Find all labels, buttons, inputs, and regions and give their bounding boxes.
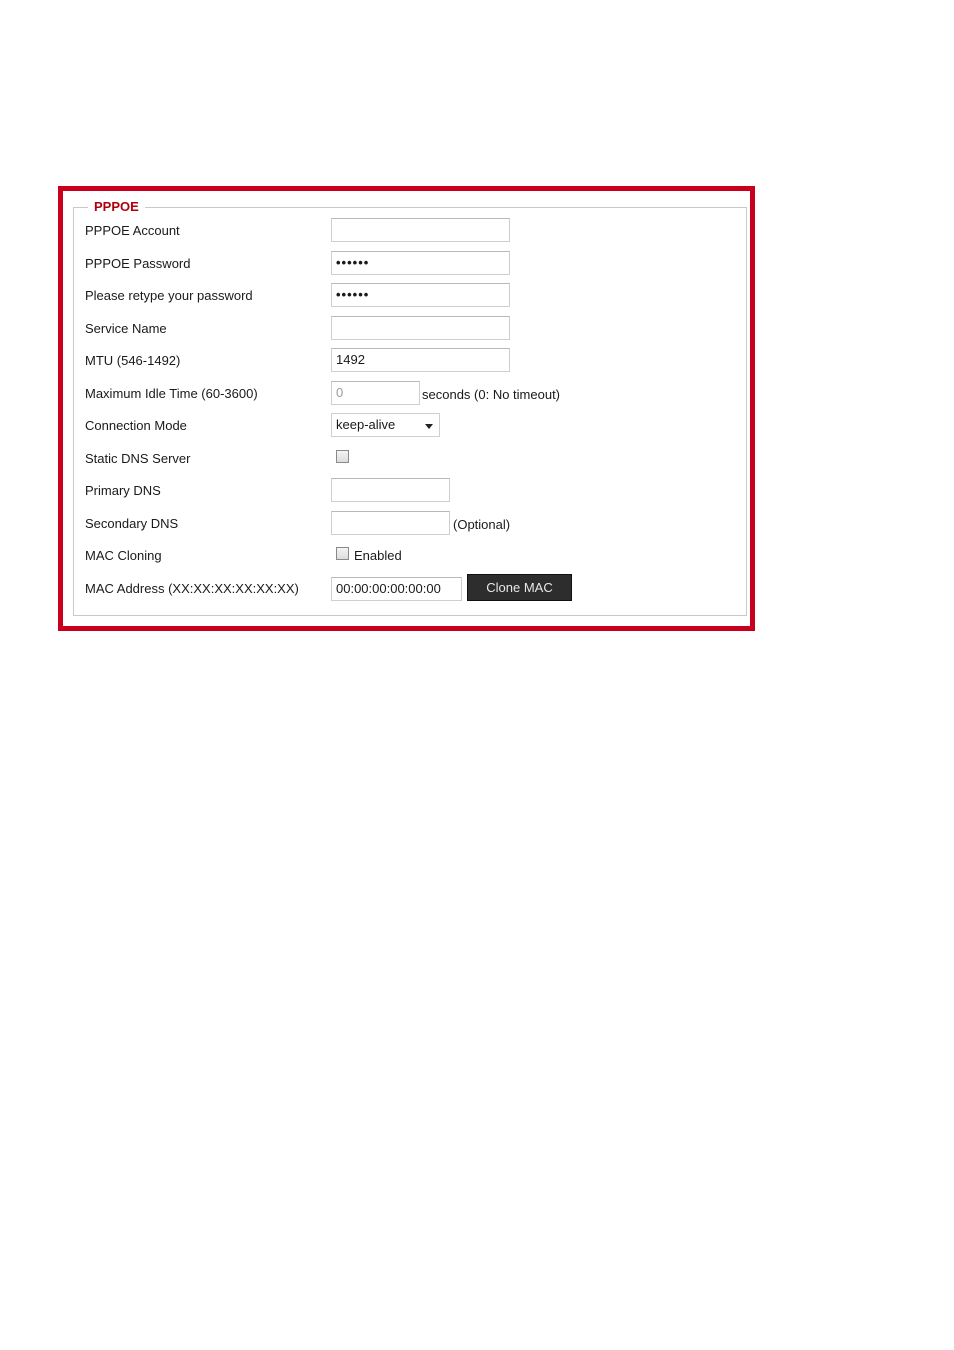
secondary-dns-input[interactable] [331,511,450,535]
mac-cloning-label: MAC Cloning [85,548,162,563]
pppoe-panel-frame: PPPOE PPPOE Account PPPOE Password •••••… [58,186,755,631]
section-title: PPPOE [88,199,145,215]
row-mac-cloning: MAC Cloning Enabled [74,542,746,570]
mac-cloning-enabled-label[interactable]: Enabled [354,548,402,564]
pppoe-password-label: PPPOE Password [85,256,191,271]
connection-mode-value: keep-alive [336,417,396,432]
primary-dns-input[interactable] [331,478,450,502]
row-retype-password: Please retype your password •••••• [74,282,746,310]
connection-mode-label: Connection Mode [85,418,187,433]
mtu-input[interactable]: 1492 [331,348,510,372]
mac-address-input[interactable]: 00:00:00:00:00:00 [331,577,462,601]
pppoe-account-label: PPPOE Account [85,223,180,238]
retype-password-label: Please retype your password [85,288,253,303]
idle-time-label: Maximum Idle Time (60-3600) [85,386,258,401]
row-static-dns: Static DNS Server [74,445,746,473]
row-connection-mode: Connection Mode keep-alive [74,412,746,440]
row-service-name: Service Name [74,315,746,343]
pppoe-password-input[interactable]: •••••• [331,251,510,275]
primary-dns-label: Primary DNS [85,483,161,498]
clone-mac-button[interactable]: Clone MAC [467,574,572,601]
row-primary-dns: Primary DNS [74,477,746,505]
connection-mode-select[interactable]: keep-alive [331,413,440,437]
pppoe-account-input[interactable] [331,218,510,242]
row-idle-time: Maximum Idle Time (60-3600) 0 seconds (0… [74,380,746,408]
mac-address-label: MAC Address (XX:XX:XX:XX:XX:XX) [85,581,299,596]
pppoe-fieldset: PPPOE PPPOE Account PPPOE Password •••••… [73,199,747,616]
secondary-dns-optional-hint: (Optional) [453,517,511,532]
idle-time-input[interactable]: 0 [331,381,420,405]
mtu-label: MTU (546-1492) [85,353,181,368]
service-name-label: Service Name [85,321,167,336]
static-dns-checkbox[interactable] [336,450,349,463]
row-secondary-dns: Secondary DNS (Optional) [74,510,746,538]
row-mtu: MTU (546-1492) 1492 [74,347,746,375]
mac-cloning-checkbox[interactable] [336,547,349,560]
static-dns-label: Static DNS Server [85,451,191,466]
row-mac-address: MAC Address (XX:XX:XX:XX:XX:XX) 00:00:00… [74,574,746,603]
row-pppoe-account: PPPOE Account [74,217,746,245]
idle-time-hint: seconds (0: No timeout) [422,387,561,402]
secondary-dns-label: Secondary DNS [85,516,179,531]
service-name-input[interactable] [331,316,510,340]
row-pppoe-password: PPPOE Password •••••• [74,250,746,278]
retype-password-input[interactable]: •••••• [331,283,510,307]
chevron-down-icon [425,424,433,429]
